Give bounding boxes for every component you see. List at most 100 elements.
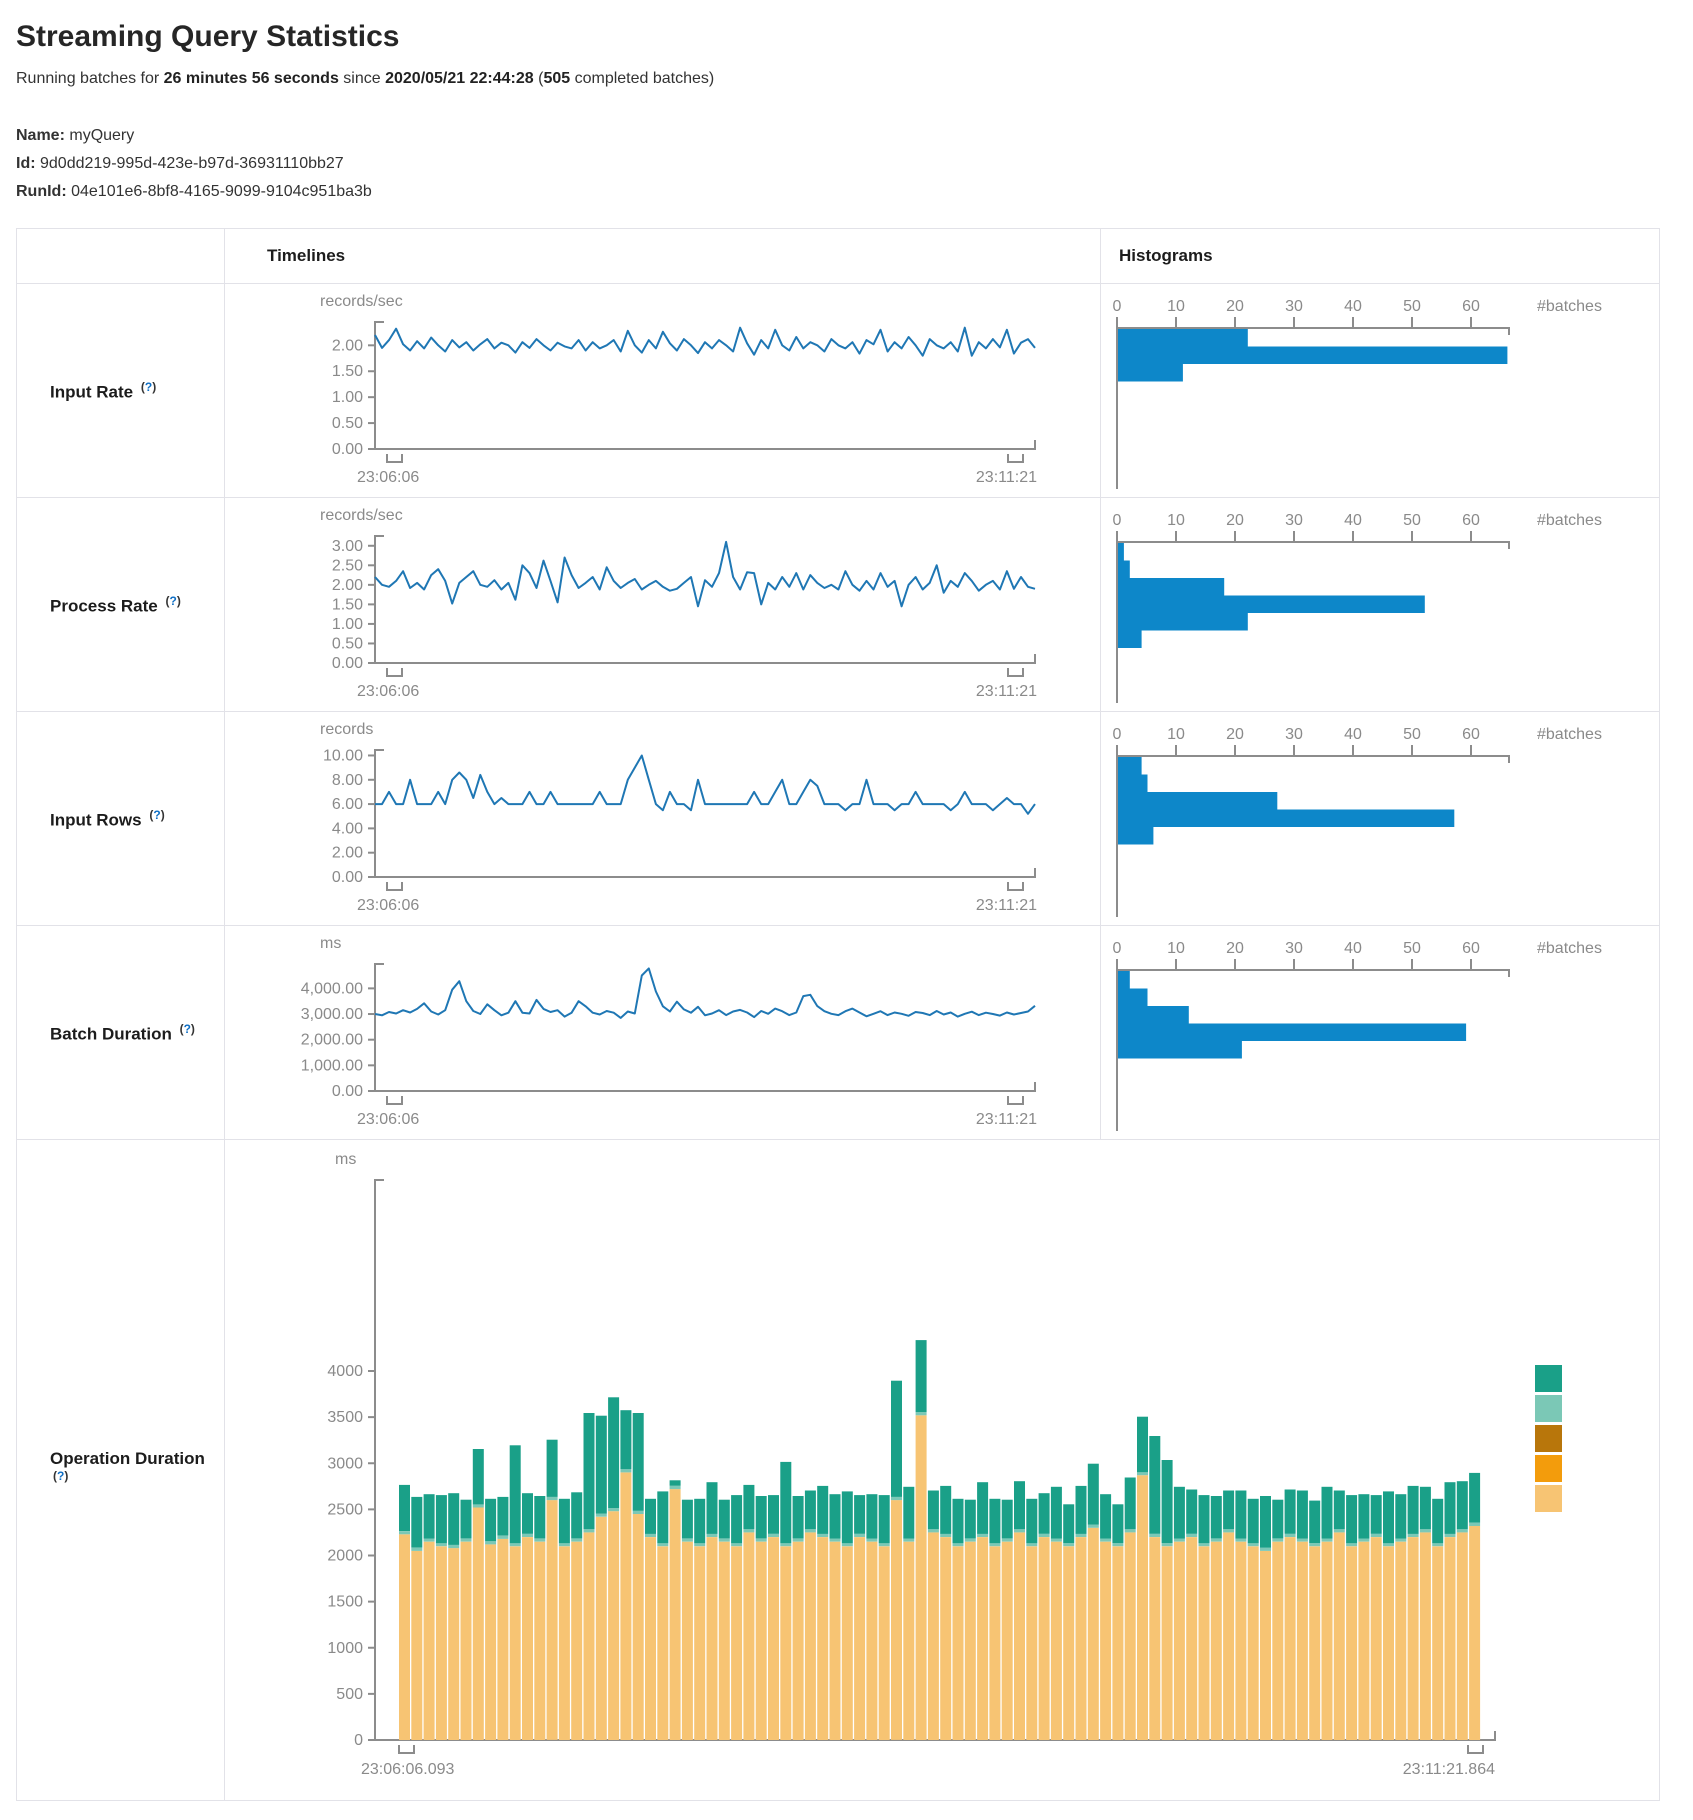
name-value: myQuery <box>69 127 134 144</box>
running-summary: Running batches for 26 minutes 56 second… <box>16 70 1676 88</box>
svg-text:23:11:21: 23:11:21 <box>976 897 1037 914</box>
svg-text:1.50: 1.50 <box>332 364 363 381</box>
input-rate-timeline-cell: records/sec2.001.501.000.500.0023:06:062… <box>225 284 1101 498</box>
svg-text:20: 20 <box>1226 512 1244 529</box>
svg-text:0.00: 0.00 <box>332 441 363 458</box>
svg-text:23:06:06: 23:06:06 <box>357 897 419 914</box>
row-process-rate: Process Rate (?) records/sec 3.00 2.50 2.00… <box>17 498 1660 712</box>
process-rate-timeline-cell: records/sec3.002.502.001.501.000.500.002… <box>225 498 1101 712</box>
table-header-row: Timelines Histograms <box>17 229 1660 284</box>
process-rate-histogram-chart: 0102030405060#batches <box>1101 498 1659 711</box>
svg-text:10: 10 <box>1167 940 1185 957</box>
svg-text:10: 10 <box>1167 512 1185 529</box>
operation-duration-stacked-chart: ms4000350030002500200015001000500023:06:… <box>225 1140 1659 1800</box>
help-icon[interactable]: (?) <box>180 1022 195 1036</box>
input-rows-histogram-chart: 0102030405060#batches <box>1101 712 1659 925</box>
svg-text:#batches: #batches <box>1537 298 1602 315</box>
svg-text:4000: 4000 <box>327 1363 363 1380</box>
svg-text:2.50: 2.50 <box>332 558 363 575</box>
svg-text:ms: ms <box>335 1151 356 1168</box>
help-icon[interactable]: (?) <box>149 808 164 822</box>
svg-text:3,000.00: 3,000.00 <box>301 1006 363 1023</box>
svg-text:23:11:21: 23:11:21 <box>976 1111 1037 1128</box>
svg-text:500: 500 <box>336 1686 363 1703</box>
since-text: since <box>339 70 385 87</box>
svg-text:30: 30 <box>1285 298 1303 315</box>
query-metadata: Name: myQuery Id: 9d0dd219-995d-423e-b97… <box>16 124 1676 204</box>
svg-text:2500: 2500 <box>327 1502 363 1519</box>
svg-text:0: 0 <box>354 1732 363 1749</box>
svg-text:23:11:21: 23:11:21 <box>976 469 1037 486</box>
id-label: Id: <box>16 155 36 172</box>
completed-batches-count: 505 <box>543 70 570 87</box>
svg-text:0.50: 0.50 <box>332 636 363 653</box>
row-batch-duration: Batch Duration (?) ms4,000.003,000.002,0… <box>17 926 1660 1140</box>
svg-text:records: records <box>320 721 373 738</box>
batch-duration-histogram-chart: 0102030405060#batches <box>1101 926 1659 1139</box>
svg-text:1000: 1000 <box>327 1640 363 1657</box>
operation-duration-chart-cell: ms4000350030002500200015001000500023:06:… <box>225 1140 1660 1801</box>
svg-text:23:11:21: 23:11:21 <box>976 683 1037 700</box>
legend-swatch-0[interactable] <box>1535 1365 1562 1392</box>
svg-text:60: 60 <box>1462 512 1480 529</box>
legend-swatch-2[interactable] <box>1535 1425 1562 1452</box>
help-icon[interactable]: (?) <box>165 594 180 608</box>
input-rate-timeline-chart: records/sec2.001.501.000.500.0023:06:062… <box>225 284 1100 497</box>
svg-text:ms: ms <box>320 935 341 952</box>
svg-text:60: 60 <box>1462 726 1480 743</box>
svg-text:#batches: #batches <box>1537 940 1602 957</box>
running-prefix: Running batches for <box>16 70 164 87</box>
svg-text:2,000.00: 2,000.00 <box>301 1032 363 1049</box>
svg-text:50: 50 <box>1403 298 1421 315</box>
svg-text:40: 40 <box>1344 726 1362 743</box>
input-rows-histogram-cell: 0102030405060#batches <box>1101 712 1660 926</box>
svg-text:1.00: 1.00 <box>332 390 363 407</box>
svg-text:6.00: 6.00 <box>332 796 363 813</box>
id-value: 9d0dd219-995d-423e-b97d-36931110bb27 <box>40 155 344 172</box>
blank-header-cell <box>17 229 225 284</box>
svg-text:30: 30 <box>1285 940 1303 957</box>
batch-duration-histogram-cell: 0102030405060#batches <box>1101 926 1660 1140</box>
svg-text:2.00: 2.00 <box>332 845 363 862</box>
svg-text:50: 50 <box>1403 512 1421 529</box>
svg-text:40: 40 <box>1344 298 1362 315</box>
query-runid-line: RunId: 04e101e6-8bf8-4165-9099-9104c951b… <box>16 180 1676 205</box>
help-icon[interactable]: (?) <box>53 1469 68 1483</box>
row-operation-duration: Operation Duration (?) ms400035003000250… <box>17 1140 1660 1801</box>
svg-text:40: 40 <box>1344 512 1362 529</box>
svg-text:2000: 2000 <box>327 1548 363 1565</box>
legend-swatch-1[interactable] <box>1535 1395 1562 1422</box>
process-rate-label-cell: Process Rate (?) <box>17 498 225 712</box>
svg-text:#batches: #batches <box>1537 726 1602 743</box>
svg-text:2.00: 2.00 <box>332 338 363 355</box>
svg-text:2.00: 2.00 <box>332 577 363 594</box>
svg-text:23:06:06.093: 23:06:06.093 <box>361 1761 455 1778</box>
svg-text:8.00: 8.00 <box>332 772 363 789</box>
svg-text:23:06:06: 23:06:06 <box>357 683 419 700</box>
legend-swatch-4[interactable] <box>1535 1485 1562 1512</box>
svg-text:4,000.00: 4,000.00 <box>301 981 363 998</box>
input-rate-label-cell: Input Rate (?) <box>17 284 225 498</box>
svg-text:3000: 3000 <box>327 1456 363 1473</box>
paren-open: ( <box>534 70 544 87</box>
svg-text:0: 0 <box>1113 726 1122 743</box>
page-title: Streaming Query Statistics <box>16 20 1676 54</box>
svg-text:50: 50 <box>1403 940 1421 957</box>
statistics-table: Timelines Histograms Input Rate (?) reco… <box>16 228 1660 1801</box>
row-input-rows: Input Rows (?) records10.008.006.004.002… <box>17 712 1660 926</box>
svg-text:0: 0 <box>1113 940 1122 957</box>
svg-text:10.00: 10.00 <box>323 748 363 765</box>
timelines-column-header: Timelines <box>225 229 1101 284</box>
svg-text:30: 30 <box>1285 512 1303 529</box>
svg-text:records/sec: records/sec <box>320 507 403 524</box>
help-icon[interactable]: (?) <box>141 380 156 394</box>
svg-text:#batches: #batches <box>1537 512 1602 529</box>
input-rows-timeline-cell: records10.008.006.004.002.000.0023:06:06… <box>225 712 1101 926</box>
svg-text:40: 40 <box>1344 940 1362 957</box>
input-rate-histogram-chart: 0102030405060#batches <box>1101 284 1659 497</box>
legend-swatch-3[interactable] <box>1535 1455 1562 1482</box>
svg-text:records/sec: records/sec <box>320 293 403 310</box>
svg-text:3.00: 3.00 <box>332 538 363 555</box>
svg-text:0.00: 0.00 <box>332 1083 363 1100</box>
row-label-operation-duration: Operation Duration <box>50 1449 205 1468</box>
